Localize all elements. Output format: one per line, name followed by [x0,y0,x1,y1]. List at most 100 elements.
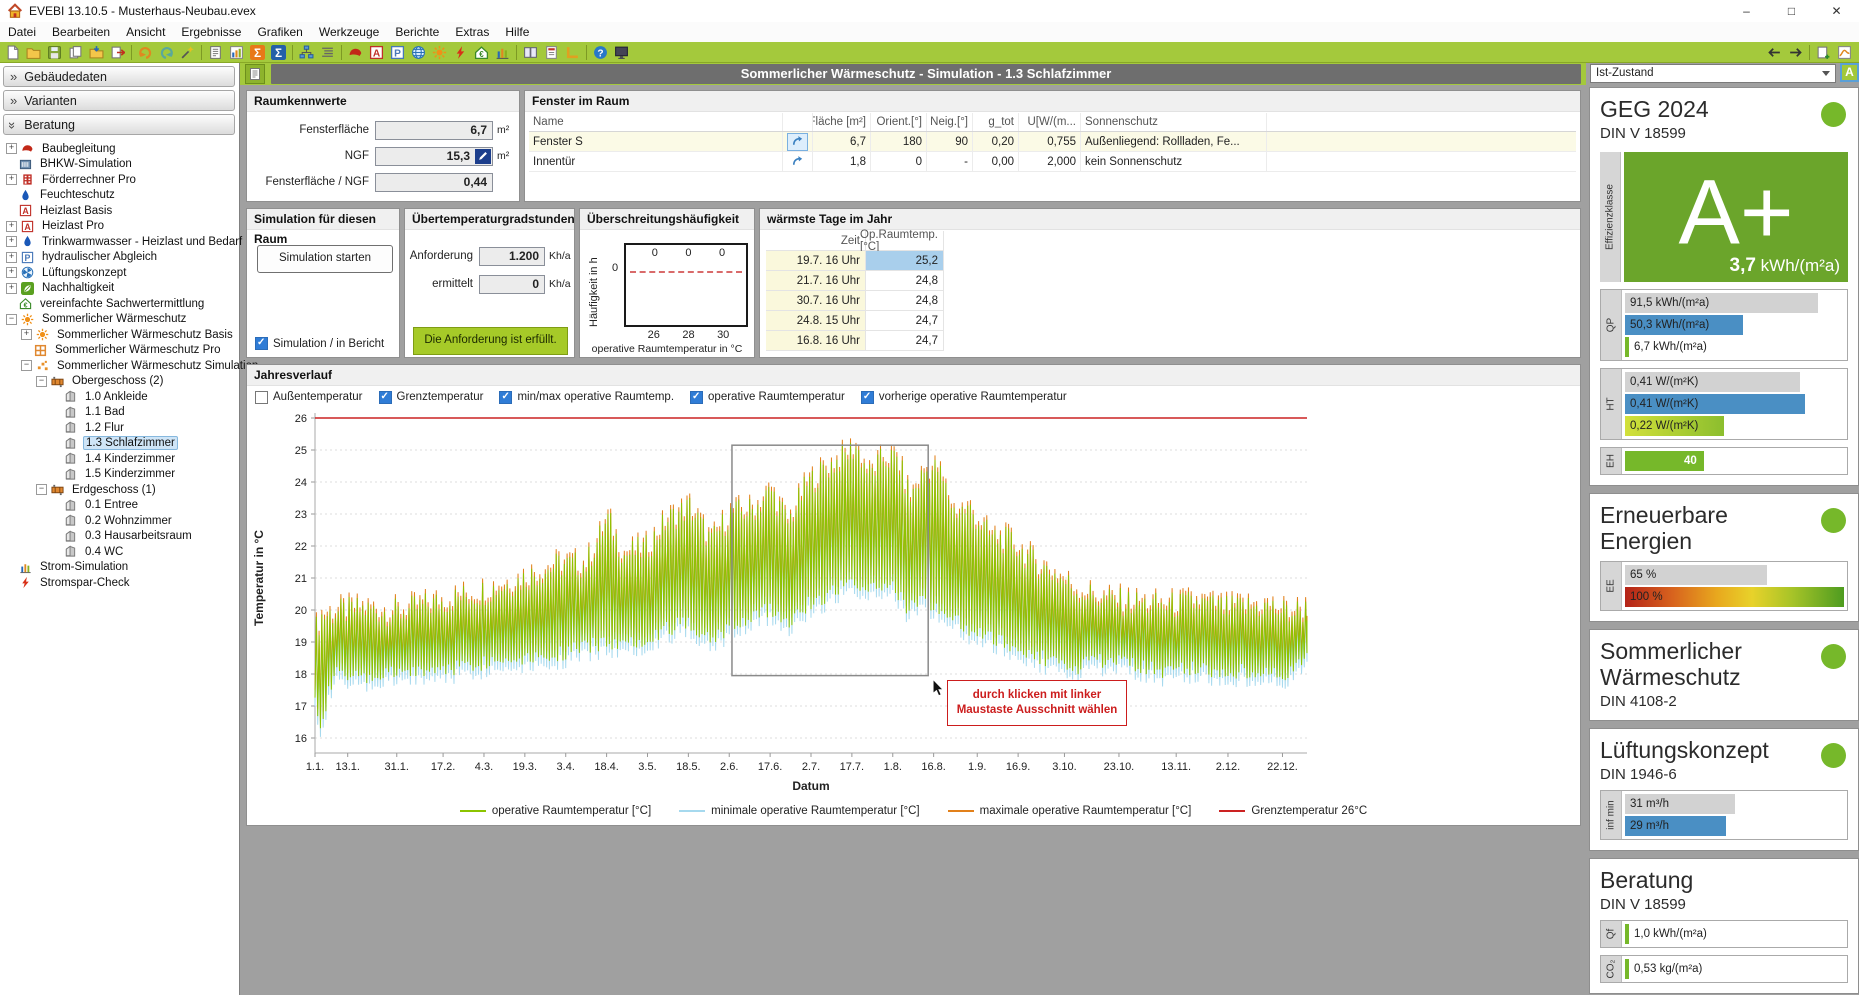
expand-icon[interactable]: + [6,252,17,263]
menu-werkzeuge[interactable]: Werkzeuge [311,22,387,42]
expand-icon[interactable]: + [6,174,17,185]
series-toggle-checkbox[interactable] [255,391,268,404]
toolbar-import-icon[interactable] [87,43,106,62]
tree-item[interactable]: 1.0 Ankleide [0,389,239,405]
menu-hilfe[interactable]: Hilfe [497,22,537,42]
expand-icon[interactable]: + [6,283,17,294]
menu-berichte[interactable]: Berichte [387,22,447,42]
tree-item[interactable]: Stromspar-Check [0,575,239,591]
toolbar-profil-icon[interactable] [1835,43,1854,62]
toolbar-hydraulischer-abgleich-icon[interactable]: P [388,43,407,62]
toolbar-redo-icon[interactable] [157,43,176,62]
expand-icon[interactable]: + [6,143,17,154]
series-toggle-checkbox[interactable] [861,391,874,404]
toolbar-copy-icon[interactable] [66,43,85,62]
tree-item[interactable]: 1.4 Kinderzimmer [0,451,239,467]
series-toggle-checkbox[interactable] [690,391,703,404]
tree-item[interactable]: Strom-Simulation [0,560,239,576]
tree-item[interactable]: +Nachhaltigkeit [0,281,239,297]
tree-item[interactable]: AHeizlast Basis [0,203,239,219]
tree-item[interactable]: 1.5 Kinderzimmer [0,467,239,483]
tree-item[interactable]: 0.3 Hausarbeitsraum [0,529,239,545]
tree-item[interactable]: 1.1 Bad [0,405,239,421]
toolbar-open-file-icon[interactable] [24,43,43,62]
series-toggle-checkbox[interactable] [379,391,392,404]
efficiency-class-button[interactable]: A [1840,63,1859,82]
tree-item[interactable]: Sommerlicher Wärmeschutz Pro [0,343,239,359]
collapse-icon[interactable]: − [36,376,47,387]
toolbar-berichte-icon[interactable] [521,43,540,62]
tree-item[interactable]: +Phydraulischer Abgleich [0,250,239,266]
jahresverlauf-chart[interactable]: 16171819202122232425261.1.13.1.31.1.17.2… [247,408,1580,826]
toolbar-sachwert-icon[interactable]: € [472,43,491,62]
tree-item[interactable]: BHKW-Simulation [0,157,239,173]
fenster-table-row[interactable]: Fenster S6,7180900,200,755Außenliegend: … [529,132,1576,152]
tree-item[interactable]: €vereinfachte Sachwertermittlung [0,296,239,312]
toolbar-liste-icon[interactable] [318,43,337,62]
menu-grafiken[interactable]: Grafiken [249,22,310,42]
curved-arrow-icon[interactable] [788,154,808,170]
expand-icon[interactable]: + [6,221,17,232]
waermste-table-row[interactable]: 21.7. 16 Uhr24,8 [766,271,944,291]
toolbar-monitor-icon[interactable] [612,43,631,62]
menu-ergebnisse[interactable]: Ergebnisse [173,22,249,42]
fenster-table-row[interactable]: Innentür1,80-0,002,000kein Sonnenschutz [529,152,1576,172]
toolbar-gebaeudewerte-icon[interactable] [227,43,246,62]
tree-item[interactable]: Feuchteschutz [0,188,239,204]
edit-pencil-button[interactable] [475,149,491,164]
report-edit-icon[interactable] [245,64,265,84]
simulation-starten-button[interactable]: Simulation starten [257,245,393,273]
sidebar-section-beratung[interactable]: »Beratung [3,114,235,135]
waermste-table-row[interactable]: 30.7. 16 Uhr24,8 [766,291,944,311]
sidebar-section-varianten[interactable]: »Varianten [3,90,235,111]
simulation-bericht-checkbox[interactable] [255,337,268,350]
series-toggle-checkbox[interactable] [499,391,512,404]
toolbar-export-icon[interactable] [108,43,127,62]
tree-item[interactable]: +Trinkwarmwasser - Heizlast und Bedarf [0,234,239,250]
toolbar-undo-icon[interactable] [136,43,155,62]
toolbar-variante-importieren-icon[interactable] [1814,43,1833,62]
tree-item[interactable]: +Lüftungskonzept [0,265,239,281]
waermste-table-row[interactable]: 19.7. 16 Uhr25,2 [766,251,944,271]
menu-bearbeiten[interactable]: Bearbeiten [44,22,118,42]
curved-arrow-icon[interactable] [787,133,808,151]
tree-item[interactable]: +Sommerlicher Wärmeschutz Basis [0,327,239,343]
toolbar-baubegleitung-icon[interactable] [346,43,365,62]
toolbar-zurueck-icon[interactable] [1765,43,1784,62]
tree-item[interactable]: −Obergeschoss (2) [0,374,239,390]
toolbar-bilanz-blau-icon[interactable]: Σ [269,43,288,62]
toolbar-plan-icon[interactable] [563,43,582,62]
toolbar-assistent-icon[interactable] [178,43,197,62]
waermste-table-row[interactable]: 24.8. 15 Uhr24,7 [766,311,944,331]
toolbar-save-icon[interactable] [45,43,64,62]
toolbar-heizlast-icon[interactable]: A [367,43,386,62]
maximize-button[interactable]: □ [1769,0,1814,22]
expand-icon[interactable]: + [6,267,17,278]
collapse-icon[interactable]: − [21,360,32,371]
sidebar-section-gebäudedaten[interactable]: »Gebäudedaten [3,66,235,87]
collapse-icon[interactable]: − [36,484,47,495]
toolbar-dokument-icon[interactable] [542,43,561,62]
variant-select[interactable]: Ist-Zustand [1590,64,1836,83]
tree-item[interactable]: +Baubegleitung [0,141,239,157]
menu-ansicht[interactable]: Ansicht [118,22,173,42]
toolbar-bilanz-orange-icon[interactable]: Σ [248,43,267,62]
toolbar-sommerlicher-waermeschutz-icon[interactable] [430,43,449,62]
toolbar-diagramm-icon[interactable] [493,43,512,62]
tree-item[interactable]: 0.2 Wohnzimmer [0,513,239,529]
tree-item[interactable]: 1.2 Flur [0,420,239,436]
tree-item[interactable]: −Erdgeschoss (1) [0,482,239,498]
tree-item[interactable]: 1.3 Schlafzimmer [0,436,239,452]
tree-item[interactable]: −Sommerlicher Wärmeschutz Simulation [0,358,239,374]
minimize-button[interactable]: – [1724,0,1769,22]
close-button[interactable]: ✕ [1814,0,1859,22]
toolbar-strom-icon[interactable] [451,43,470,62]
tree-item[interactable]: +AHeizlast Pro [0,219,239,235]
toolbar-bericht-icon[interactable] [206,43,225,62]
collapse-icon[interactable]: − [6,314,17,325]
tree-item[interactable]: +Förderrechner Pro [0,172,239,188]
tree-item[interactable]: 0.1 Entree [0,498,239,514]
toolbar-vorwaerts-icon[interactable] [1786,43,1805,62]
waermste-table-row[interactable]: 16.8. 16 Uhr24,7 [766,331,944,351]
expand-icon[interactable]: + [6,236,17,247]
